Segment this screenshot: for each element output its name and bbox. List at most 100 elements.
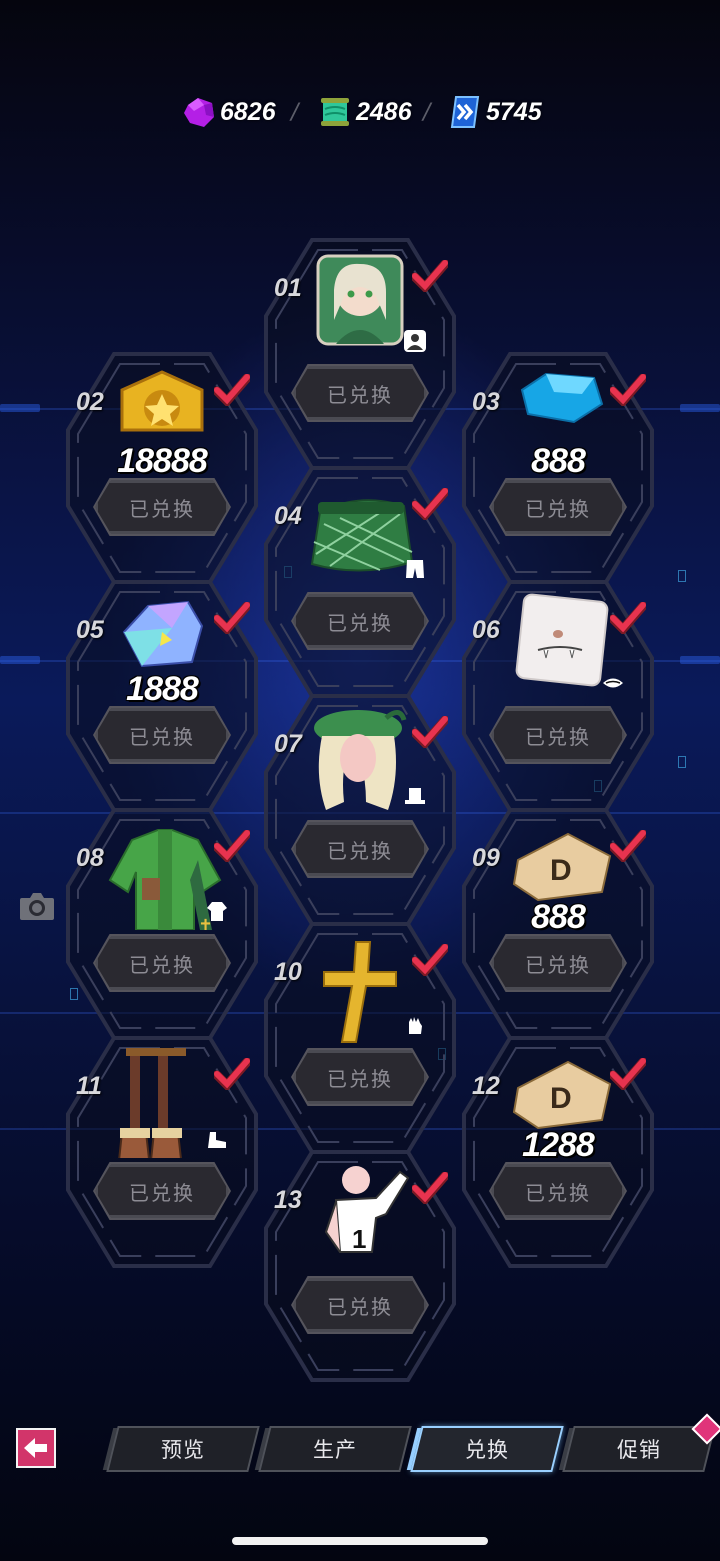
tab-promotion-label: 促销 bbox=[617, 1438, 661, 1462]
bg-stripe bbox=[0, 404, 40, 412]
reward-cell[interactable]: ✝ 08 已兑换 bbox=[64, 806, 260, 1042]
reward-item-brown-boots bbox=[118, 1048, 186, 1158]
reward-cell[interactable]: D 09 888 已兑换 bbox=[460, 806, 656, 1042]
redeemed-button[interactable]: 已兑换 bbox=[95, 708, 229, 762]
redeemed-button[interactable]: 已兑换 bbox=[293, 1278, 427, 1332]
reward-number: 05 bbox=[76, 616, 104, 644]
reward-cell[interactable]: 05 1888 已兑换 bbox=[64, 578, 260, 814]
reward-item-beret-hair bbox=[314, 710, 407, 810]
reward-item-gold-cross bbox=[323, 941, 397, 1043]
reward-cell[interactable]: 03 888 已兑换 bbox=[460, 350, 656, 586]
redeemed-button[interactable]: 已兑换 bbox=[95, 480, 229, 534]
redeemed-button[interactable]: 已兑换 bbox=[293, 1050, 427, 1104]
check-icon bbox=[412, 1172, 448, 1204]
check-icon bbox=[610, 374, 646, 406]
check-icon bbox=[214, 374, 250, 406]
pants-type-icon bbox=[406, 560, 424, 578]
currency-separator: / bbox=[423, 100, 431, 125]
redeemed-button[interactable]: 已兑换 bbox=[95, 1164, 229, 1218]
home-indicator bbox=[232, 1537, 488, 1545]
bg-stripe bbox=[680, 656, 720, 664]
reward-item-character-portrait bbox=[316, 254, 404, 346]
check-icon bbox=[412, 944, 448, 976]
reward-quantity: 1888 bbox=[126, 670, 199, 708]
svg-text:D: D bbox=[550, 1082, 572, 1115]
reward-cell[interactable]: 06 已兑换 bbox=[460, 578, 656, 814]
svg-text:1: 1 bbox=[352, 1224, 366, 1254]
currency-scroll: 2486 bbox=[318, 92, 412, 132]
check-icon bbox=[412, 260, 448, 292]
reward-cell[interactable]: 02 18888 已兑换 bbox=[64, 350, 260, 586]
reward-number: 13 bbox=[274, 1186, 302, 1214]
check-icon bbox=[214, 602, 250, 634]
reward-number: 10 bbox=[274, 958, 302, 986]
svg-text:D: D bbox=[550, 854, 572, 887]
reward-number: 11 bbox=[76, 1072, 102, 1100]
hat-type-icon bbox=[405, 788, 425, 804]
green-scroll-icon bbox=[321, 98, 349, 126]
bg-dot bbox=[678, 756, 686, 768]
reward-item-pose-action: 1 bbox=[324, 1166, 410, 1254]
redeemed-button[interactable]: 已兑换 bbox=[293, 366, 427, 420]
back-arrow-icon bbox=[24, 1438, 47, 1458]
shoe-type-icon bbox=[208, 1132, 226, 1148]
reward-number: 04 bbox=[274, 502, 302, 530]
reward-cell[interactable]: 11 已兑换 bbox=[64, 1034, 260, 1270]
check-icon bbox=[214, 830, 250, 862]
reward-item-face-card bbox=[515, 593, 609, 687]
tab-production-label: 生产 bbox=[313, 1438, 357, 1462]
tab-preview-label: 预览 bbox=[161, 1438, 205, 1462]
bg-stripe bbox=[680, 404, 720, 412]
redeemed-button[interactable]: 已兑换 bbox=[491, 1164, 625, 1218]
redeemed-button[interactable]: 已兑换 bbox=[491, 480, 625, 534]
reward-number: 09 bbox=[472, 844, 500, 872]
reward-item-green-coat: ✝ bbox=[108, 829, 222, 930]
reward-item-green-plaid-skirt bbox=[310, 499, 414, 572]
reward-cell[interactable]: 07 已兑换 bbox=[262, 692, 458, 928]
camera-icon[interactable] bbox=[18, 890, 56, 922]
currency-scroll-value: 2486 bbox=[356, 97, 412, 126]
reward-number: 07 bbox=[274, 730, 302, 758]
check-icon bbox=[610, 602, 646, 634]
currency-separator: / bbox=[291, 100, 299, 125]
reward-quantity: 18888 bbox=[117, 442, 208, 480]
reward-quantity: 888 bbox=[531, 442, 586, 480]
mouth-type-icon bbox=[603, 678, 623, 688]
reward-quantity: 888 bbox=[531, 898, 586, 936]
reward-number: 06 bbox=[472, 616, 500, 644]
bg-stripe bbox=[0, 656, 40, 664]
redeemed-button[interactable]: 已兑换 bbox=[293, 822, 427, 876]
glove-type-icon bbox=[409, 1017, 422, 1034]
check-icon bbox=[412, 716, 448, 748]
reward-cell[interactable]: 1 13 已兑换 bbox=[262, 1148, 458, 1384]
reward-quantity: 1288 bbox=[522, 1126, 595, 1164]
reward-cell[interactable]: D 12 1288 已兑换 bbox=[460, 1034, 656, 1270]
redeemed-button[interactable]: 已兑换 bbox=[293, 594, 427, 648]
redeemed-button[interactable]: 已兑换 bbox=[95, 936, 229, 990]
reward-cell[interactable]: 01 已兑换 bbox=[262, 236, 458, 472]
blue-chevron-ticket-icon bbox=[450, 96, 480, 128]
top-type-icon bbox=[207, 902, 227, 921]
reward-cell[interactable]: 10 已兑换 bbox=[262, 920, 458, 1156]
redeemed-button[interactable]: 已兑换 bbox=[491, 936, 625, 990]
reward-number: 02 bbox=[76, 388, 104, 416]
reward-number: 08 bbox=[76, 844, 104, 872]
currency-ticket-value: 5745 bbox=[486, 97, 542, 126]
check-icon bbox=[610, 830, 646, 862]
currency-crystal: 6826 bbox=[182, 92, 276, 132]
tab-exchange-label: 兑换 bbox=[465, 1438, 509, 1462]
purple-crystal-icon bbox=[184, 98, 214, 127]
bg-dot bbox=[678, 570, 686, 582]
check-icon bbox=[214, 1058, 250, 1090]
character-type-icon bbox=[404, 330, 426, 352]
back-button[interactable] bbox=[16, 1428, 56, 1468]
check-icon bbox=[610, 1058, 646, 1090]
reward-cell[interactable]: 04 已兑换 bbox=[262, 464, 458, 700]
currency-crystal-value: 6826 bbox=[220, 97, 276, 126]
reward-number: 01 bbox=[274, 274, 302, 302]
reward-number: 03 bbox=[472, 388, 500, 416]
reward-number: 12 bbox=[472, 1072, 500, 1100]
redeemed-button[interactable]: 已兑换 bbox=[491, 708, 625, 762]
check-icon bbox=[412, 488, 448, 520]
currency-ticket: 5745 bbox=[448, 92, 542, 132]
